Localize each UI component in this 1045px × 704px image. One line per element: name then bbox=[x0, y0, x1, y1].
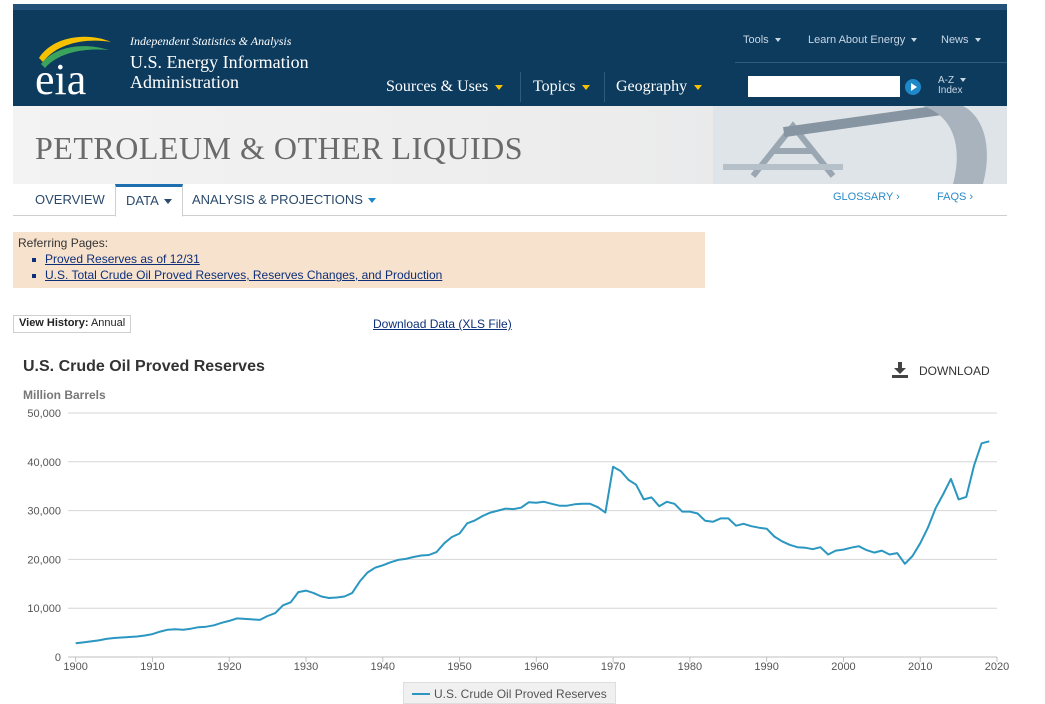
view-history-label: View History: bbox=[19, 317, 89, 329]
eia-logo[interactable]: eia bbox=[33, 28, 113, 98]
tab-overview-label: OVERVIEW bbox=[35, 192, 105, 207]
faqs-link[interactable]: FAQS › bbox=[937, 191, 973, 203]
x-tick-label: 1930 bbox=[294, 661, 318, 673]
download-button[interactable]: DOWNLOAD bbox=[919, 364, 990, 378]
oil-pump-image bbox=[713, 106, 1007, 184]
legend-label: U.S. Crude Oil Proved Reserves bbox=[434, 687, 607, 701]
chevron-down-icon bbox=[367, 198, 376, 204]
x-tick-label: 2010 bbox=[908, 661, 932, 673]
y-tick-label: 20,000 bbox=[27, 554, 61, 566]
list-item: Proved Reserves as of 12/31 bbox=[32, 251, 700, 267]
x-tick-label: 2020 bbox=[985, 661, 1009, 673]
chevron-down-icon bbox=[911, 38, 918, 43]
nav-separator bbox=[604, 72, 605, 102]
nav-tools-label: Tools bbox=[743, 34, 769, 46]
x-tick-label: 1910 bbox=[140, 661, 164, 673]
nav-sources-label: Sources & Uses bbox=[386, 78, 489, 95]
chevron-down-icon bbox=[974, 38, 981, 43]
view-history-selector[interactable]: View History: Annual bbox=[13, 315, 132, 333]
referring-pages-box: Referring Pages: Proved Reserves as of 1… bbox=[13, 232, 705, 288]
nav-learn-label: Learn About Energy bbox=[808, 34, 906, 46]
tagline: Independent Statistics & Analysis bbox=[130, 34, 292, 48]
view-history-value: Annual bbox=[90, 317, 126, 329]
download-icon[interactable] bbox=[892, 362, 908, 378]
referring-link-proved-reserves[interactable]: Proved Reserves as of 12/31 bbox=[45, 252, 200, 266]
y-tick-label: 0 bbox=[55, 652, 61, 664]
tab-overview[interactable]: OVERVIEW bbox=[35, 184, 105, 216]
download-data-link[interactable]: Download Data (XLS File) bbox=[373, 317, 512, 331]
x-tick-label: 2000 bbox=[831, 661, 855, 673]
nav-geography-label: Geography bbox=[616, 78, 688, 95]
nav-geography[interactable]: Geography bbox=[616, 78, 703, 96]
chevron-down-icon bbox=[960, 78, 967, 83]
az-index-link[interactable]: A-Z Index bbox=[938, 76, 967, 96]
chevron-down-icon bbox=[774, 38, 781, 43]
nav-learn-about-energy[interactable]: Learn About Energy bbox=[808, 34, 918, 46]
line-chart: 0 10,000 20,000 30,000 40,000 50,000 1900 1910 1… bbox=[27, 408, 1009, 673]
tab-analysis-label: ANALYSIS & PROJECTIONS bbox=[192, 192, 363, 207]
search-button[interactable] bbox=[905, 79, 921, 95]
x-tick-label: 1960 bbox=[524, 661, 548, 673]
tab-analysis-projections[interactable]: ANALYSIS & PROJECTIONS bbox=[192, 184, 376, 216]
nav-divider bbox=[735, 62, 1007, 63]
index-label: Index bbox=[938, 85, 963, 96]
nav-separator bbox=[520, 72, 521, 102]
x-tick-label: 1940 bbox=[371, 661, 395, 673]
referring-heading: Referring Pages: bbox=[18, 236, 109, 250]
logo-text: eia bbox=[35, 55, 86, 98]
chevron-down-icon bbox=[495, 84, 504, 90]
chevron-down-icon bbox=[163, 199, 172, 205]
glossary-link[interactable]: GLOSSARY › bbox=[833, 191, 900, 203]
chevron-down-icon bbox=[582, 84, 591, 90]
list-item: U.S. Total Crude Oil Proved Reserves, Re… bbox=[32, 267, 700, 283]
y-tick-label: 30,000 bbox=[27, 506, 61, 518]
chevron-down-icon bbox=[694, 84, 703, 90]
x-tick-label: 1950 bbox=[447, 661, 471, 673]
legend-swatch bbox=[412, 693, 430, 695]
site-header: eia Independent Statistics & Analysis U.… bbox=[13, 4, 1007, 106]
nav-topics-label: Topics bbox=[533, 78, 576, 95]
x-tick-label: 1980 bbox=[678, 661, 702, 673]
nav-sources-uses[interactable]: Sources & Uses bbox=[386, 78, 504, 96]
nav-tools[interactable]: Tools bbox=[743, 34, 781, 46]
x-tick-label: 1990 bbox=[754, 661, 778, 673]
nav-news-label: News bbox=[941, 34, 969, 46]
referring-list: Proved Reserves as of 12/31 U.S. Total C… bbox=[32, 251, 700, 283]
y-tick-label: 10,000 bbox=[27, 603, 61, 615]
series-line bbox=[75, 440, 990, 645]
section-tabs: OVERVIEW DATA ANALYSIS & PROJECTIONS GLO… bbox=[13, 184, 1007, 217]
page-title: PETROLEUM & OTHER LIQUIDS bbox=[35, 130, 524, 166]
nav-topics[interactable]: Topics bbox=[533, 78, 591, 96]
tab-data[interactable]: DATA bbox=[115, 184, 183, 217]
org-name[interactable]: U.S. Energy Information Administration bbox=[130, 52, 340, 92]
x-tick-label: 1900 bbox=[63, 661, 87, 673]
tab-data-label: DATA bbox=[126, 193, 159, 208]
referring-link-total-crude[interactable]: U.S. Total Crude Oil Proved Reserves, Re… bbox=[45, 268, 442, 282]
search-input[interactable] bbox=[748, 76, 900, 97]
y-tick-label: 40,000 bbox=[27, 457, 61, 469]
chart-title: U.S. Crude Oil Proved Reserves bbox=[23, 358, 265, 375]
x-tick-label: 1970 bbox=[601, 661, 625, 673]
x-tick-label: 1920 bbox=[217, 661, 241, 673]
section-banner: PETROLEUM & OTHER LIQUIDS bbox=[13, 106, 1007, 184]
y-tick-label: 50,000 bbox=[27, 408, 61, 420]
nav-news[interactable]: News bbox=[941, 34, 981, 46]
